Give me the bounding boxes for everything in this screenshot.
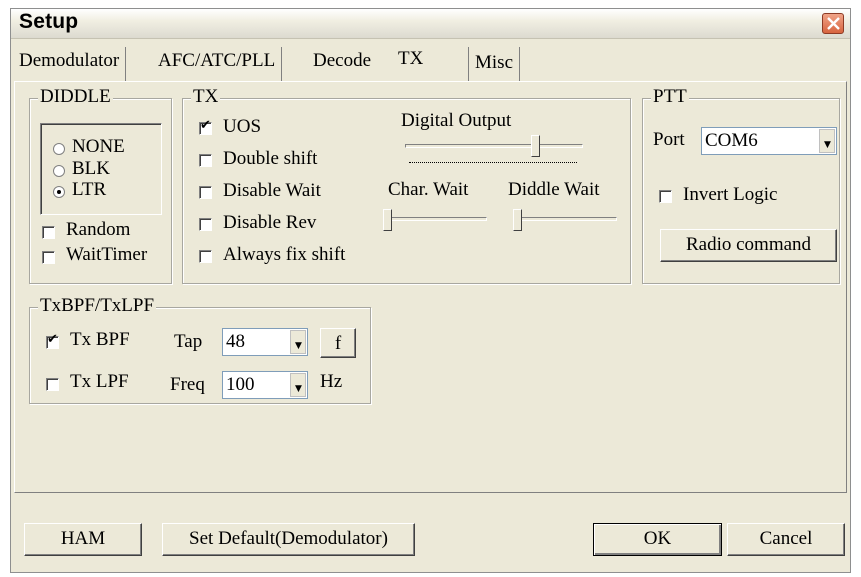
uos-label: UOS	[223, 116, 262, 137]
diddle-radio-ltr[interactable]	[53, 186, 65, 198]
freq-value: 100	[226, 374, 255, 395]
tab-tx[interactable]: TX	[392, 45, 429, 83]
tap-select[interactable]: 48 ▼	[222, 328, 308, 356]
setup-dialog: Setup Demodulator AFC/ATC/PLL Decode TX …	[10, 8, 851, 573]
tap-value: 48	[226, 331, 245, 352]
txbpf-txlpf-group: TxBPF/TxLPF Tx BPF Tap 48 ▼ f Tx LPF Fre…	[29, 295, 371, 404]
diddle-group-label: DIDDLE	[38, 86, 113, 108]
disable-wait-label: Disable Wait	[223, 180, 321, 201]
port-dropdown-arrow[interactable]: ▼	[819, 129, 835, 153]
ptt-group: PTT Port COM6 ▼ Invert Logic Radio comma…	[642, 86, 840, 284]
radio-command-button[interactable]: Radio command	[660, 229, 837, 262]
tx-group-label: TX	[191, 86, 221, 108]
diddle-wait-slider[interactable]	[513, 209, 522, 231]
tx-group: TX UOS Double shift Disable Wait Disable…	[182, 86, 631, 284]
freq-unit-label: Hz	[320, 371, 343, 392]
diddle-wait-track	[513, 217, 617, 221]
txbpf-txlpf-group-label: TxBPF/TxLPF	[38, 295, 157, 317]
tab-afc-atc-pll[interactable]: AFC/ATC/PLL	[152, 47, 283, 81]
diddle-radio-blk[interactable]	[53, 165, 65, 177]
disable-wait-checkbox[interactable]	[199, 186, 212, 199]
ok-button[interactable]: OK	[593, 523, 722, 556]
tab-label: TX	[398, 48, 424, 69]
digital-output-track	[405, 144, 583, 148]
cancel-button[interactable]: Cancel	[727, 523, 845, 556]
diddle-blk-label: BLK	[72, 158, 110, 179]
digital-output-ticks	[409, 162, 577, 163]
f-button[interactable]: f	[320, 328, 356, 358]
title-bar[interactable]: Setup	[11, 9, 850, 39]
digital-output-label: Digital Output	[401, 110, 512, 131]
random-label: Random	[66, 219, 131, 240]
waittimer-label: WaitTimer	[66, 244, 148, 265]
tab-demodulator[interactable]: Demodulator	[13, 47, 127, 81]
port-select[interactable]: COM6 ▼	[701, 127, 837, 155]
ptt-group-label: PTT	[651, 86, 689, 108]
diddle-radio-none[interactable]	[53, 143, 65, 155]
char-wait-slider[interactable]	[383, 209, 392, 231]
chevron-down-icon: ▼	[824, 140, 831, 150]
disable-rev-label: Disable Rev	[223, 212, 317, 233]
diddle-ltr-label: LTR	[72, 179, 107, 200]
tap-label: Tap	[174, 331, 203, 352]
freq-dropdown-arrow[interactable]: ▼	[290, 373, 306, 397]
tap-dropdown-arrow[interactable]: ▼	[290, 330, 306, 354]
tab-label: Decode	[313, 50, 372, 71]
invert-logic-label: Invert Logic	[683, 184, 778, 205]
port-value: COM6	[705, 130, 758, 151]
txbpf-label: Tx BPF	[70, 329, 130, 350]
always-fix-shift-label: Always fix shift	[223, 244, 346, 265]
double-shift-checkbox[interactable]	[199, 154, 212, 167]
txbpf-checkbox[interactable]	[46, 332, 59, 349]
close-button[interactable]	[822, 13, 844, 34]
tab-label: AFC/ATC/PLL	[158, 50, 276, 71]
disable-rev-checkbox[interactable]	[199, 218, 212, 231]
txlpf-label: Tx LPF	[70, 371, 129, 392]
chevron-down-icon: ▼	[295, 341, 302, 351]
set-default-button[interactable]: Set Default(Demodulator)	[162, 523, 415, 556]
digital-output-slider[interactable]	[531, 135, 540, 157]
port-label: Port	[653, 129, 685, 150]
freq-label: Freq	[170, 374, 205, 395]
uos-checkbox[interactable]	[199, 118, 212, 135]
double-shift-label: Double shift	[223, 148, 318, 169]
tab-label: Demodulator	[19, 50, 120, 71]
close-icon	[827, 17, 840, 30]
diddle-wait-label: Diddle Wait	[508, 179, 600, 200]
tab-label: Misc	[475, 52, 513, 73]
char-wait-track	[383, 217, 487, 221]
tab-misc[interactable]: Misc	[468, 47, 520, 81]
char-wait-label: Char. Wait	[388, 179, 469, 200]
tab-panel-tx: DIDDLE NONE BLK LTR Random WaitTimer TX …	[14, 81, 847, 493]
chevron-down-icon: ▼	[295, 384, 302, 394]
diddle-none-label: NONE	[72, 136, 125, 157]
invert-logic-checkbox[interactable]	[659, 190, 672, 203]
ham-button[interactable]: HAM	[24, 523, 142, 556]
waittimer-checkbox[interactable]	[42, 251, 55, 264]
window-title: Setup	[19, 10, 79, 33]
diddle-group: DIDDLE NONE BLK LTR Random WaitTimer	[29, 86, 172, 284]
always-fix-shift-checkbox[interactable]	[199, 250, 212, 263]
txlpf-checkbox[interactable]	[46, 378, 59, 391]
tab-decode[interactable]: Decode	[307, 47, 377, 81]
freq-select[interactable]: 100 ▼	[222, 371, 308, 399]
random-checkbox[interactable]	[42, 226, 55, 239]
